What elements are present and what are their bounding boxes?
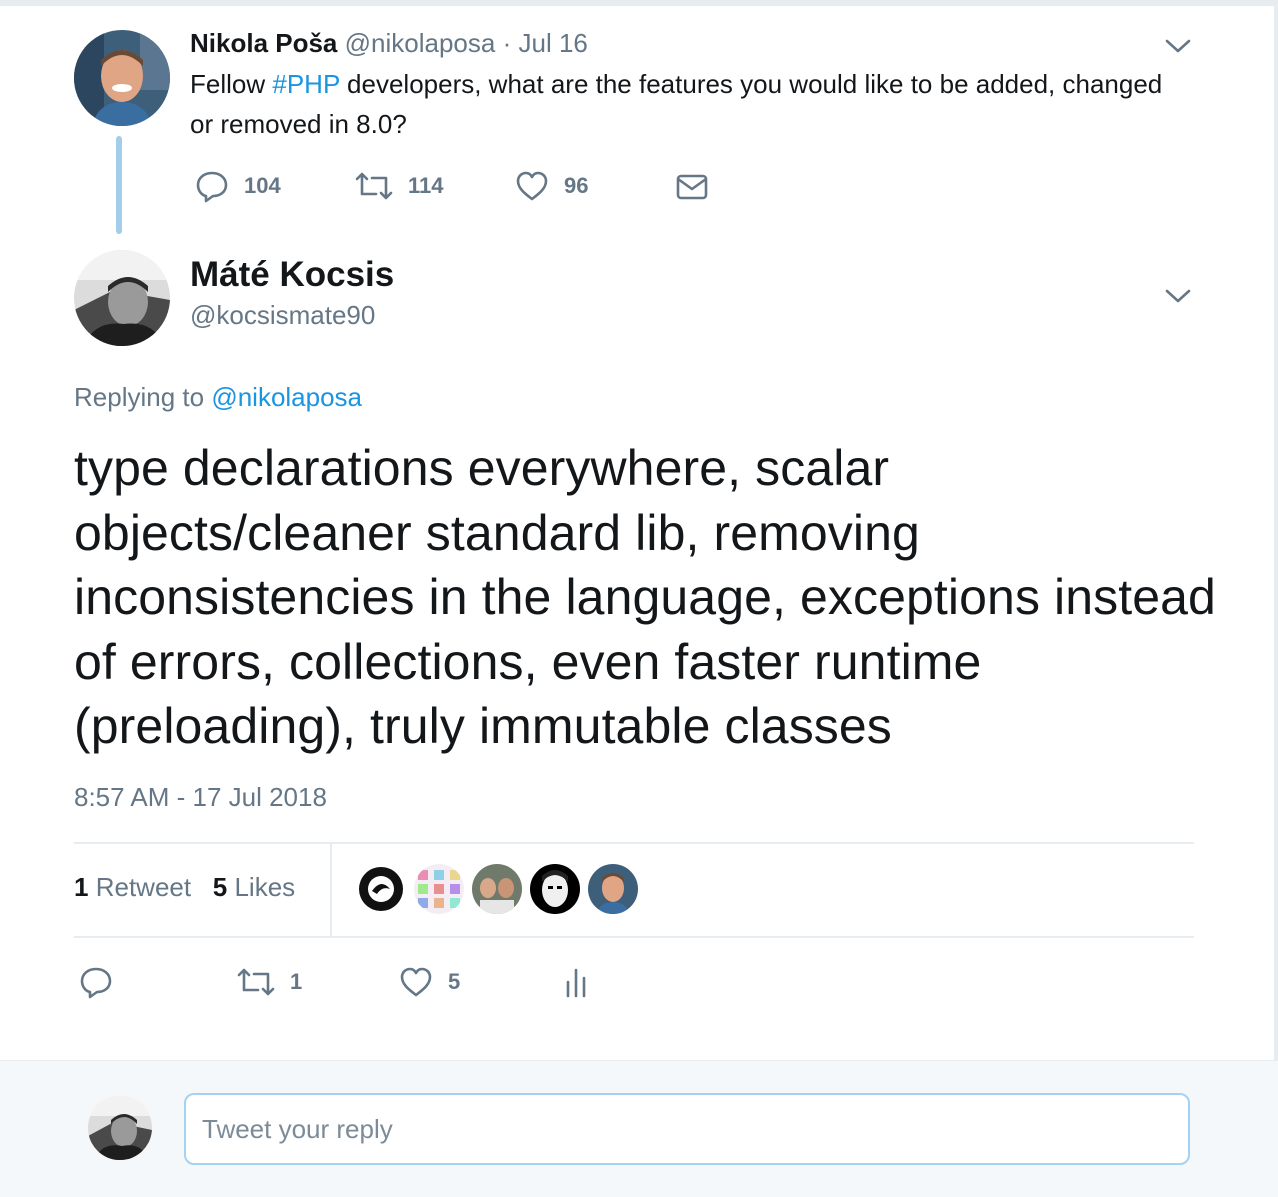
right-border (1274, 0, 1278, 1060)
reply-icon (196, 171, 228, 203)
parent-handle[interactable]: @nikolaposa (345, 28, 496, 58)
parent-separator: · (502, 28, 512, 58)
hashtag-php[interactable]: #PHP (272, 69, 339, 99)
current-user-avatar-image (88, 1096, 152, 1160)
parent-retweet-action[interactable]: 114 (354, 168, 444, 204)
parent-like-count: 96 (564, 173, 589, 198)
replying-to: Replying to @nikolaposa (74, 382, 362, 413)
divider (74, 936, 1194, 938)
parent-reply-action[interactable]: 104 (194, 168, 281, 204)
like-stat[interactable]: 5 Likes (213, 872, 295, 902)
reply-icon (80, 967, 112, 999)
parent-date[interactable]: Jul 16 (519, 28, 588, 58)
main-like-action[interactable]: 5 (398, 964, 460, 1000)
parent-tweet-text: Fellow #PHP developers, what are the fea… (190, 64, 1170, 144)
avatar-photo-nikola (74, 30, 170, 126)
stats-divider (330, 844, 332, 936)
replying-handle[interactable]: @nikolaposa (211, 382, 362, 412)
retweet-stat-count: 1 (74, 872, 89, 902)
main-like-count: 5 (448, 969, 461, 994)
tweet-stats: 1 Retweet 5 Likes (74, 872, 295, 903)
chevron-down-icon[interactable] (1164, 37, 1192, 55)
retweet-icon (355, 172, 393, 200)
retweet-stat-label: Retweet (95, 872, 192, 902)
analytics-icon (566, 968, 586, 998)
liker-avatar[interactable] (588, 864, 638, 914)
like-stat-count: 5 (212, 872, 228, 902)
liker-avatar[interactable] (530, 864, 580, 914)
current-user-avatar[interactable] (88, 1096, 152, 1160)
retweet-icon (237, 968, 275, 996)
like-icon (516, 171, 548, 201)
liker-avatar[interactable] (414, 864, 464, 914)
direct-message-icon (676, 174, 708, 200)
tweet-timestamp[interactable]: 8:57 AM - 17 Jul 2018 (74, 782, 327, 813)
avatar-mate[interactable] (74, 250, 170, 346)
retweet-stat[interactable]: 1 Retweet (74, 872, 191, 902)
main-reply-action[interactable] (78, 964, 114, 1000)
avatar-photo-mate (74, 250, 170, 346)
main-display-name[interactable]: Máté Kocsis (190, 255, 394, 295)
thread-line (116, 136, 122, 234)
parent-tweet-header: Nikola Poša @nikolaposa · Jul 16 (190, 28, 588, 59)
top-border (0, 0, 1278, 6)
parent-like-action[interactable]: 96 (514, 168, 588, 204)
main-handle[interactable]: @kocsismate90 (190, 300, 375, 331)
liker-avatar[interactable] (472, 864, 522, 914)
like-stat-label: Likes (234, 872, 296, 902)
main-retweet-action[interactable]: 1 (236, 964, 302, 1000)
divider (74, 842, 1194, 844)
parent-display-name[interactable]: Nikola Poša (190, 28, 337, 58)
liker-avatar-image (472, 864, 522, 914)
parent-text-before: Fellow (190, 69, 273, 99)
like-icon (400, 967, 432, 997)
reply-input[interactable] (184, 1093, 1190, 1165)
main-tweet-text: type declarations everywhere, scalar obj… (74, 440, 1216, 754)
liker-avatar-image (588, 864, 638, 914)
liker-avatar-image (530, 864, 580, 914)
avatar-nikola[interactable] (74, 30, 170, 126)
parent-retweet-count: 114 (408, 173, 444, 198)
parent-dm-action[interactable] (674, 170, 710, 204)
analytics-action[interactable] (560, 964, 592, 1000)
chevron-down-icon[interactable] (1164, 287, 1192, 305)
parent-reply-count: 104 (244, 173, 281, 198)
main-retweet-count: 1 (290, 969, 303, 994)
liker-avatar-image (356, 864, 406, 914)
liker-avatar-image (414, 864, 464, 914)
liker-avatars (356, 864, 638, 914)
replying-label: Replying to (74, 382, 205, 412)
liker-avatar[interactable] (356, 864, 406, 914)
